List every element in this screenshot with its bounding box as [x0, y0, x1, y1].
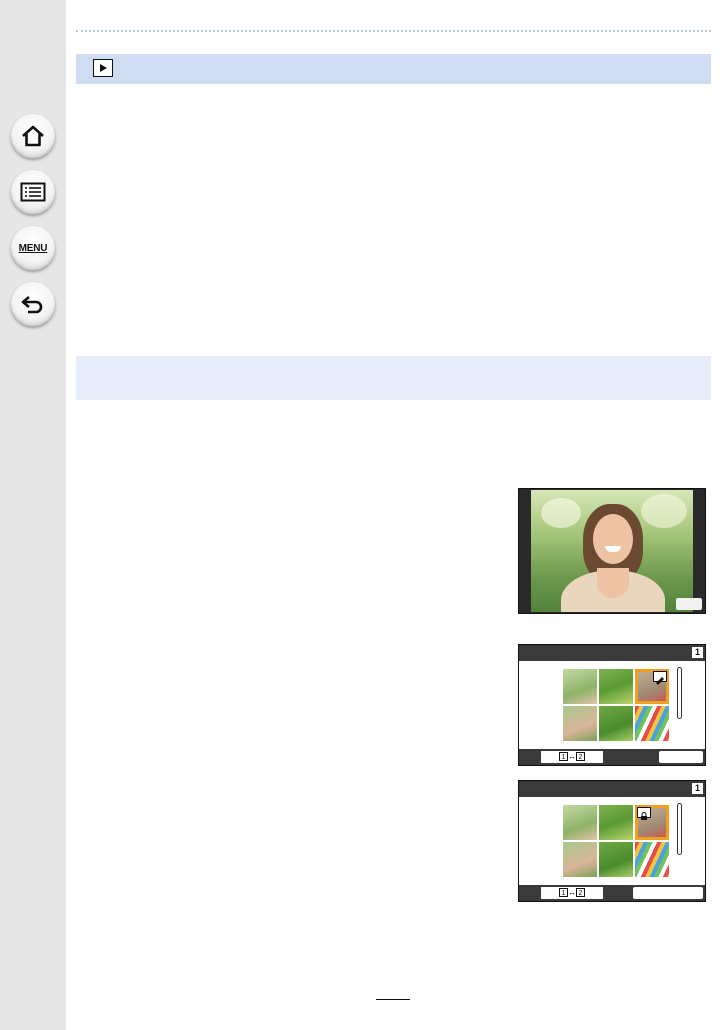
thumbnail-grid-screen-2: 1 1 ↔ 2: [518, 780, 706, 902]
thumbnail[interactable]: [563, 706, 597, 741]
option-tab: [633, 887, 703, 899]
list-icon: [20, 182, 46, 202]
menu-label: MENU: [18, 242, 48, 254]
thumbnail[interactable]: [599, 669, 633, 704]
thumbnail-selected[interactable]: [635, 669, 669, 704]
thumbnail[interactable]: [635, 842, 669, 877]
thumbnail-grid: [563, 669, 671, 743]
thumbnail[interactable]: [563, 669, 597, 704]
page-number-badge: 1: [692, 783, 703, 794]
page-number-badge: 1: [692, 647, 703, 658]
playback-icon: [93, 59, 113, 77]
option-tab: [659, 751, 703, 763]
thumbnail-selected[interactable]: [635, 805, 669, 840]
thumbnail[interactable]: [563, 842, 597, 877]
scrollbar[interactable]: [677, 803, 682, 855]
thumbnail[interactable]: [635, 706, 669, 741]
header-rule: [76, 30, 711, 32]
back-button[interactable]: [11, 282, 55, 326]
page-number-rule: [376, 999, 410, 1000]
screen-footer: 1 ↔ 2: [519, 749, 705, 765]
lock-icon: [637, 807, 651, 820]
portrait-photo: [531, 490, 693, 612]
thumbnail-grid-screen-1: 1 1 ↔ 2: [518, 644, 706, 766]
thumbnail[interactable]: [599, 842, 633, 877]
section-header-bar: [76, 54, 711, 84]
menu-button[interactable]: MENU: [11, 226, 55, 270]
thumbnail[interactable]: [563, 805, 597, 840]
home-icon: [20, 124, 46, 148]
back-arrow-icon: [20, 293, 46, 315]
side-navigation: MENU: [0, 0, 66, 1030]
screen-header: 1: [519, 645, 705, 661]
page-swap-indicator: 1 ↔ 2: [541, 751, 603, 763]
edit-icon: [653, 671, 667, 685]
page-swap-indicator: 1 ↔ 2: [541, 887, 603, 899]
thumbnail[interactable]: [599, 805, 633, 840]
screen-footer: 1 ↔ 2: [519, 885, 705, 901]
screen-header: 1: [519, 781, 705, 797]
option-tab: [676, 598, 702, 610]
home-button[interactable]: [11, 114, 55, 158]
scrollbar[interactable]: [677, 667, 682, 719]
subsection-bar: [76, 356, 711, 400]
thumbnail-grid: [563, 805, 671, 879]
thumbnail[interactable]: [599, 706, 633, 741]
table-of-contents-button[interactable]: [11, 170, 55, 214]
playback-photo-screen: [518, 488, 706, 614]
